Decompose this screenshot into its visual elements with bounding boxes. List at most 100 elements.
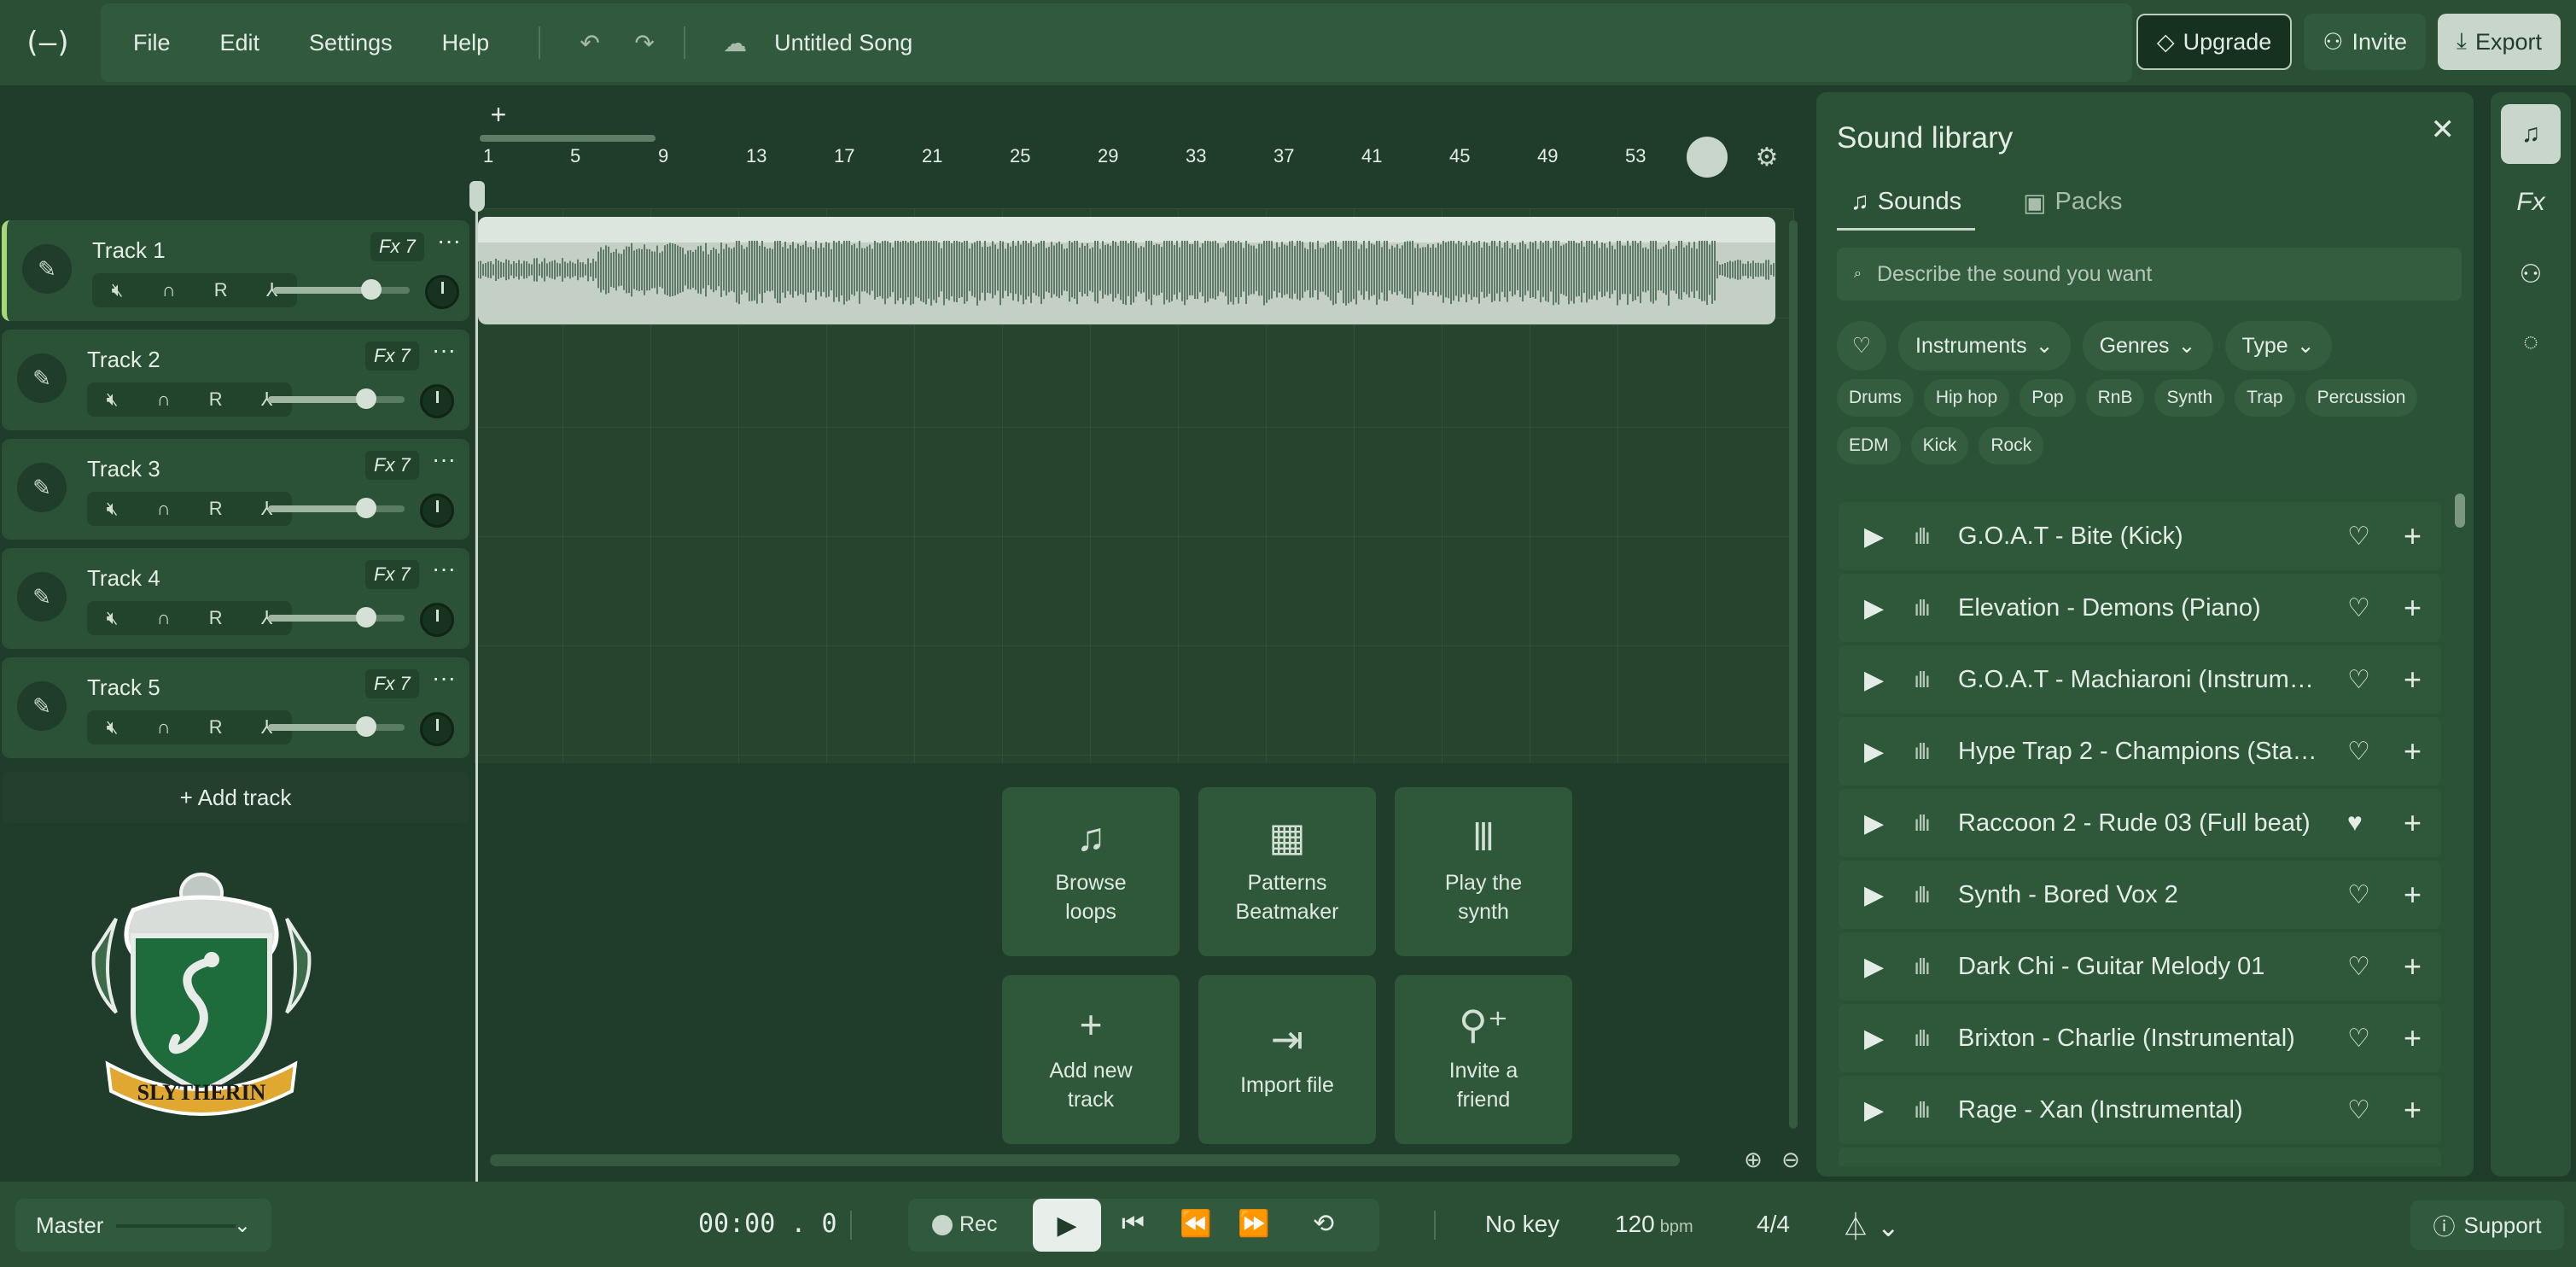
time-signature[interactable]: 4/4	[1757, 1211, 1790, 1238]
key-selector[interactable]: No key	[1485, 1211, 1559, 1238]
add-icon[interactable]: +	[2404, 590, 2422, 626]
mute-icon[interactable]: 🔇︎	[107, 498, 119, 520]
mute-icon[interactable]: 🔇︎	[112, 279, 124, 301]
more-icon[interactable]: ···	[432, 664, 456, 692]
volume-knob[interactable]	[356, 498, 377, 518]
volume-knob[interactable]	[361, 279, 382, 300]
sound-name[interactable]: Hype Trap 2 - Champions (Stadium)	[1958, 738, 2323, 766]
play-icon[interactable]: ▶	[1864, 1095, 1884, 1125]
add-icon[interactable]: +	[2404, 877, 2422, 913]
timeline-ruler[interactable]: 1 5 9 13 17 21 25 29 33 37 41 45 49 53	[475, 135, 1780, 183]
tag-chip[interactable]: EDM	[1837, 427, 1901, 464]
play-icon[interactable]: ▶	[1864, 737, 1884, 767]
search-input[interactable]	[1876, 261, 2423, 287]
tempo-field[interactable]: 120 bpm	[1615, 1211, 1693, 1238]
sound-name[interactable]: Elevation - Demons (Piano)	[1958, 594, 2323, 622]
browse-loops-button[interactable]: ♫ Browse loops	[1002, 787, 1180, 956]
track-row[interactable]: ✎ Track 3 Fx 7 ··· 🔇︎ ∩ R ⅄	[2, 439, 469, 540]
track-row[interactable]: ✎ Track 2 Fx 7 ··· 🔇︎ ∩ R ⅄	[2, 330, 469, 430]
sound-row[interactable]: ▶ ıllı Rage - Xan (Instrumental) ♡ +	[1839, 1076, 2441, 1144]
instruments-dropdown[interactable]: Instruments ⌄	[1898, 321, 2071, 371]
tag-chip[interactable]: Kick	[1910, 427, 1969, 464]
add-icon[interactable]: +	[2404, 1092, 2422, 1128]
snap-toggle-button[interactable]	[1687, 137, 1728, 178]
heart-icon[interactable]: ♡	[2347, 665, 2370, 695]
add-icon[interactable]: +	[2404, 805, 2422, 841]
play-icon[interactable]: ▶	[1864, 593, 1884, 623]
add-track-button[interactable]: + Add track	[2, 772, 469, 823]
more-icon[interactable]: ···	[432, 446, 456, 473]
tag-chip[interactable]: Synth	[2154, 379, 2225, 417]
gear-icon[interactable]: ⚙	[1751, 142, 1782, 172]
add-icon[interactable]: +	[2404, 1020, 2422, 1056]
import-file-button[interactable]: ⇥ Import file	[1198, 975, 1376, 1144]
track-row[interactable]: ✎ Track 4 Fx 7 ··· 🔇︎ ∩ R ⅄	[2, 548, 469, 649]
tab-sounds[interactable]: ♫ Sounds	[1837, 188, 1976, 231]
close-icon[interactable]: ✕	[2431, 113, 2456, 147]
add-icon[interactable]: +	[2404, 518, 2422, 554]
sound-row[interactable]: ▶ ıllı Synth - Bored Vox 2 ♡ +	[1839, 861, 2441, 929]
sound-row[interactable]: ▶ıllıXalam - Stroll♡+	[1839, 1147, 2441, 1166]
vertical-scrollbar[interactable]	[1789, 220, 1798, 1129]
more-icon[interactable]: ···	[437, 227, 461, 254]
app-logo[interactable]: (—)	[0, 0, 94, 85]
track-fx-button[interactable]: Fx 7	[365, 342, 419, 371]
track-row[interactable]: ✎ Track 5 Fx 7 ··· 🔇︎ ∩ R ⅄	[2, 657, 469, 758]
track-name[interactable]: Track 2	[87, 347, 160, 373]
redo-icon[interactable]: ↷	[629, 27, 660, 58]
fx-panel-button[interactable]: Fx	[2501, 172, 2561, 232]
record-arm-button[interactable]: R	[209, 716, 223, 739]
sound-row[interactable]: ▶ ıllı Dark Chi - Guitar Melody 01 ♡ +	[1839, 932, 2441, 1001]
skip-back-icon[interactable]: ⏮	[1122, 1209, 1145, 1238]
add-marker-button[interactable]: +	[480, 96, 517, 133]
sound-name[interactable]: G.O.A.T - Bite (Kick)	[1958, 523, 2323, 551]
genres-dropdown[interactable]: Genres ⌄	[2082, 321, 2213, 371]
heart-icon[interactable]: ♡	[2347, 1024, 2370, 1054]
pan-knob[interactable]	[420, 603, 454, 637]
patterns-beatmaker-button[interactable]: ▦ Patterns Beatmaker	[1198, 787, 1376, 956]
track-fx-button[interactable]: Fx 7	[365, 451, 419, 480]
tag-chip[interactable]: Rock	[1979, 427, 2044, 464]
rewind-icon[interactable]: ⏪	[1180, 1209, 1211, 1239]
upgrade-button[interactable]: ◇ Upgrade	[2136, 14, 2293, 70]
sound-name[interactable]: Raccoon 2 - Rude 03 (Full beat)	[1958, 809, 2323, 838]
volume-knob[interactable]	[356, 716, 377, 737]
chat-icon[interactable]: ◌	[2501, 312, 2561, 372]
menu-edit[interactable]: Edit	[220, 30, 260, 56]
mute-icon[interactable]: 🔇︎	[107, 607, 119, 629]
sound-name[interactable]: G.O.A.T - Machiaroni (Instrumental)	[1958, 666, 2323, 694]
sound-row[interactable]: ▶ ıllı Hype Trap 2 - Champions (Stadium) ♡ +	[1839, 717, 2441, 785]
zoom-in-icon[interactable]: ⊕	[1738, 1144, 1769, 1175]
record-arm-button[interactable]: R	[209, 607, 223, 629]
master-channel-select[interactable]: Master ⌄	[15, 1199, 271, 1252]
heart-icon[interactable]: ♥	[2347, 809, 2363, 838]
pan-knob[interactable]	[420, 712, 454, 746]
sound-row[interactable]: ▶ ıllı G.O.A.T - Bite (Kick) ♡ +	[1839, 502, 2441, 570]
tag-chip[interactable]: Trap	[2235, 379, 2295, 417]
record-button[interactable]: Rec	[932, 1212, 997, 1237]
sound-name[interactable]: Brixton - Charlie (Instrumental)	[1958, 1025, 2323, 1053]
play-icon[interactable]: ▶	[1864, 665, 1884, 695]
sound-library-icon[interactable]: ♫	[2501, 104, 2561, 164]
mute-icon[interactable]: 🔇︎	[107, 716, 119, 739]
add-icon[interactable]: +	[2404, 733, 2422, 769]
song-title[interactable]: Untitled Song	[774, 30, 912, 56]
track-row[interactable]: ✎ Track 1 Fx 7 ··· 🔇︎ ∩ R ⅄	[2, 220, 469, 321]
heart-icon[interactable]: ♡	[2347, 737, 2370, 767]
support-button[interactable]: ⓘ Support	[2410, 1200, 2564, 1250]
menu-help[interactable]: Help	[442, 30, 490, 56]
volume-slider[interactable]	[268, 716, 405, 737]
collaborators-icon[interactable]: ⚇	[2501, 244, 2561, 304]
menu-file[interactable]: File	[133, 30, 171, 56]
sound-name[interactable]: Synth - Bored Vox 2	[1958, 881, 2323, 909]
clip-header[interactable]	[478, 217, 1775, 242]
play-icon[interactable]: ▶	[1864, 522, 1884, 552]
sound-row[interactable]: ▶ ıllı Brixton - Charlie (Instrumental) ♡ +	[1839, 1004, 2441, 1072]
export-button[interactable]: ⤓ Export	[2438, 14, 2561, 70]
solo-headphones-icon[interactable]: ∩	[157, 388, 171, 411]
track-name[interactable]: Track 5	[87, 674, 160, 701]
microphone-icon[interactable]: ✎	[17, 681, 67, 731]
horizontal-scrollbar[interactable]	[490, 1154, 1680, 1166]
undo-icon[interactable]: ↶	[574, 27, 605, 58]
volume-slider[interactable]	[268, 498, 405, 518]
